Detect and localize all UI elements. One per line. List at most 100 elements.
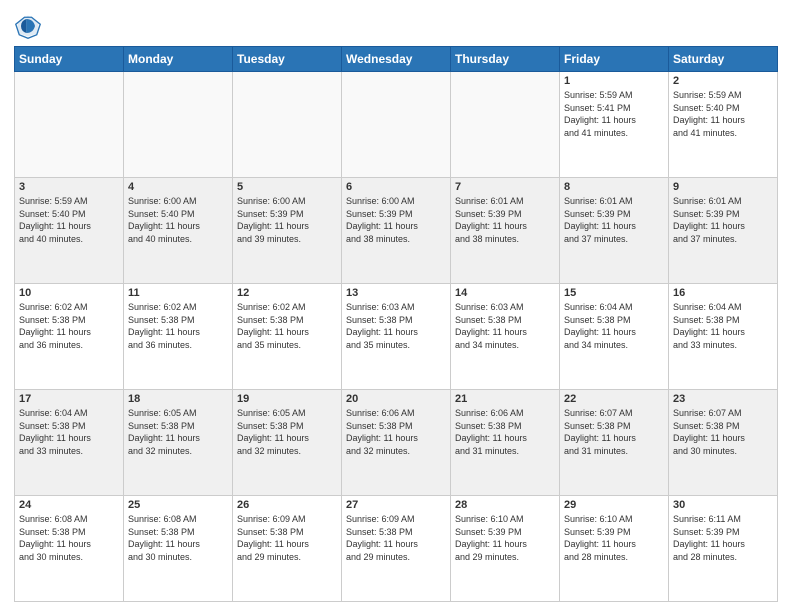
calendar-cell: 23 Sunrise: 6:07 AM Sunset: 5:38 PM Dayli… [669, 390, 778, 496]
day-number: 17 [19, 393, 119, 405]
calendar-cell: 27 Sunrise: 6:09 AM Sunset: 5:38 PM Dayli… [342, 496, 451, 602]
weekday-header: Saturday [669, 47, 778, 72]
day-number: 3 [19, 181, 119, 193]
calendar-cell [233, 72, 342, 178]
cell-info: Sunrise: 6:05 AM Sunset: 5:38 PM Dayligh… [237, 407, 337, 457]
cell-info: Sunrise: 6:03 AM Sunset: 5:38 PM Dayligh… [346, 301, 446, 351]
calendar-cell: 28 Sunrise: 6:10 AM Sunset: 5:39 PM Dayli… [451, 496, 560, 602]
day-number: 26 [237, 499, 337, 511]
day-number: 21 [455, 393, 555, 405]
calendar-cell: 21 Sunrise: 6:06 AM Sunset: 5:38 PM Dayli… [451, 390, 560, 496]
cell-info: Sunrise: 6:04 AM Sunset: 5:38 PM Dayligh… [19, 407, 119, 457]
day-number: 9 [673, 181, 773, 193]
calendar-cell [15, 72, 124, 178]
cell-info: Sunrise: 6:06 AM Sunset: 5:38 PM Dayligh… [455, 407, 555, 457]
day-number: 20 [346, 393, 446, 405]
calendar-cell: 2 Sunrise: 5:59 AM Sunset: 5:40 PM Daylig… [669, 72, 778, 178]
day-number: 15 [564, 287, 664, 299]
calendar-cell: 3 Sunrise: 5:59 AM Sunset: 5:40 PM Daylig… [15, 178, 124, 284]
calendar-cell: 7 Sunrise: 6:01 AM Sunset: 5:39 PM Daylig… [451, 178, 560, 284]
cell-info: Sunrise: 6:05 AM Sunset: 5:38 PM Dayligh… [128, 407, 228, 457]
cell-info: Sunrise: 6:09 AM Sunset: 5:38 PM Dayligh… [237, 513, 337, 563]
cell-info: Sunrise: 6:11 AM Sunset: 5:39 PM Dayligh… [673, 513, 773, 563]
weekday-header: Tuesday [233, 47, 342, 72]
calendar-week-row: 24 Sunrise: 6:08 AM Sunset: 5:38 PM Dayli… [15, 496, 778, 602]
cell-info: Sunrise: 6:01 AM Sunset: 5:39 PM Dayligh… [673, 195, 773, 245]
calendar-cell: 1 Sunrise: 5:59 AM Sunset: 5:41 PM Daylig… [560, 72, 669, 178]
page: SundayMondayTuesdayWednesdayThursdayFrid… [0, 0, 792, 612]
day-number: 10 [19, 287, 119, 299]
day-number: 2 [673, 75, 773, 87]
weekday-header-row: SundayMondayTuesdayWednesdayThursdayFrid… [15, 47, 778, 72]
calendar-week-row: 10 Sunrise: 6:02 AM Sunset: 5:38 PM Dayli… [15, 284, 778, 390]
day-number: 4 [128, 181, 228, 193]
day-number: 1 [564, 75, 664, 87]
cell-info: Sunrise: 6:10 AM Sunset: 5:39 PM Dayligh… [455, 513, 555, 563]
cell-info: Sunrise: 6:00 AM Sunset: 5:40 PM Dayligh… [128, 195, 228, 245]
cell-info: Sunrise: 6:07 AM Sunset: 5:38 PM Dayligh… [564, 407, 664, 457]
cell-info: Sunrise: 6:04 AM Sunset: 5:38 PM Dayligh… [564, 301, 664, 351]
calendar-table: SundayMondayTuesdayWednesdayThursdayFrid… [14, 46, 778, 602]
day-number: 13 [346, 287, 446, 299]
day-number: 22 [564, 393, 664, 405]
calendar-cell: 13 Sunrise: 6:03 AM Sunset: 5:38 PM Dayli… [342, 284, 451, 390]
day-number: 29 [564, 499, 664, 511]
cell-info: Sunrise: 6:01 AM Sunset: 5:39 PM Dayligh… [455, 195, 555, 245]
calendar-cell: 19Sunrise: 6:05 AM Sunset: 5:38 PM Dayli… [233, 390, 342, 496]
cell-info: Sunrise: 5:59 AM Sunset: 5:40 PM Dayligh… [19, 195, 119, 245]
calendar-cell: 8 Sunrise: 6:01 AM Sunset: 5:39 PM Daylig… [560, 178, 669, 284]
cell-info: Sunrise: 6:02 AM Sunset: 5:38 PM Dayligh… [19, 301, 119, 351]
day-number: 7 [455, 181, 555, 193]
header [14, 12, 778, 40]
calendar-cell [342, 72, 451, 178]
calendar-cell [451, 72, 560, 178]
day-number: 28 [455, 499, 555, 511]
cell-info: Sunrise: 6:04 AM Sunset: 5:38 PM Dayligh… [673, 301, 773, 351]
calendar-cell: 18 Sunrise: 6:05 AM Sunset: 5:38 PM Dayli… [124, 390, 233, 496]
calendar-cell: 10 Sunrise: 6:02 AM Sunset: 5:38 PM Dayli… [15, 284, 124, 390]
calendar-week-row: 3 Sunrise: 5:59 AM Sunset: 5:40 PM Daylig… [15, 178, 778, 284]
day-number: 8 [564, 181, 664, 193]
cell-info: Sunrise: 5:59 AM Sunset: 5:40 PM Dayligh… [673, 89, 773, 139]
cell-info: Sunrise: 6:10 AM Sunset: 5:39 PM Dayligh… [564, 513, 664, 563]
cell-info: Sunrise: 6:03 AM Sunset: 5:38 PM Dayligh… [455, 301, 555, 351]
calendar-cell: 22 Sunrise: 6:07 AM Sunset: 5:38 PM Dayli… [560, 390, 669, 496]
cell-info: Sunrise: 5:59 AM Sunset: 5:41 PM Dayligh… [564, 89, 664, 139]
cell-info: Sunrise: 6:00 AM Sunset: 5:39 PM Dayligh… [237, 195, 337, 245]
cell-info: Sunrise: 6:08 AM Sunset: 5:38 PM Dayligh… [128, 513, 228, 563]
calendar-week-row: 1 Sunrise: 5:59 AM Sunset: 5:41 PM Daylig… [15, 72, 778, 178]
cell-info: Sunrise: 6:06 AM Sunset: 5:38 PM Dayligh… [346, 407, 446, 457]
day-number: 23 [673, 393, 773, 405]
logo-icon [14, 12, 42, 40]
calendar-cell: 20 Sunrise: 6:06 AM Sunset: 5:38 PM Dayli… [342, 390, 451, 496]
cell-info: Sunrise: 6:01 AM Sunset: 5:39 PM Dayligh… [564, 195, 664, 245]
day-number: 12 [237, 287, 337, 299]
logo [14, 12, 46, 40]
calendar-cell: 24 Sunrise: 6:08 AM Sunset: 5:38 PM Dayli… [15, 496, 124, 602]
day-number: 5 [237, 181, 337, 193]
calendar-cell: 25Sunrise: 6:08 AM Sunset: 5:38 PM Dayli… [124, 496, 233, 602]
day-number: 30 [673, 499, 773, 511]
day-number: 6 [346, 181, 446, 193]
day-number: 16 [673, 287, 773, 299]
weekday-header: Friday [560, 47, 669, 72]
calendar-cell: 15 Sunrise: 6:04 AM Sunset: 5:38 PM Dayli… [560, 284, 669, 390]
weekday-header: Thursday [451, 47, 560, 72]
day-number: 18 [128, 393, 228, 405]
day-number: 27 [346, 499, 446, 511]
calendar-cell: 9 Sunrise: 6:01 AM Sunset: 5:39 PM Daylig… [669, 178, 778, 284]
calendar-cell: 11Sunrise: 6:02 AM Sunset: 5:38 PM Dayli… [124, 284, 233, 390]
cell-info: Sunrise: 6:07 AM Sunset: 5:38 PM Dayligh… [673, 407, 773, 457]
calendar-week-row: 17 Sunrise: 6:04 AM Sunset: 5:38 PM Dayli… [15, 390, 778, 496]
calendar-cell: 30 Sunrise: 6:11 AM Sunset: 5:39 PM Dayli… [669, 496, 778, 602]
weekday-header: Sunday [15, 47, 124, 72]
cell-info: Sunrise: 6:02 AM Sunset: 5:38 PM Dayligh… [128, 301, 228, 351]
day-number: 24 [19, 499, 119, 511]
cell-info: Sunrise: 6:08 AM Sunset: 5:38 PM Dayligh… [19, 513, 119, 563]
weekday-header: Wednesday [342, 47, 451, 72]
calendar-cell: 12Sunrise: 6:02 AM Sunset: 5:38 PM Dayli… [233, 284, 342, 390]
calendar-cell: 29 Sunrise: 6:10 AM Sunset: 5:39 PM Dayli… [560, 496, 669, 602]
calendar-cell: 4 Sunrise: 6:00 AM Sunset: 5:40 PM Daylig… [124, 178, 233, 284]
cell-info: Sunrise: 6:09 AM Sunset: 5:38 PM Dayligh… [346, 513, 446, 563]
calendar-cell: 14Sunrise: 6:03 AM Sunset: 5:38 PM Dayli… [451, 284, 560, 390]
